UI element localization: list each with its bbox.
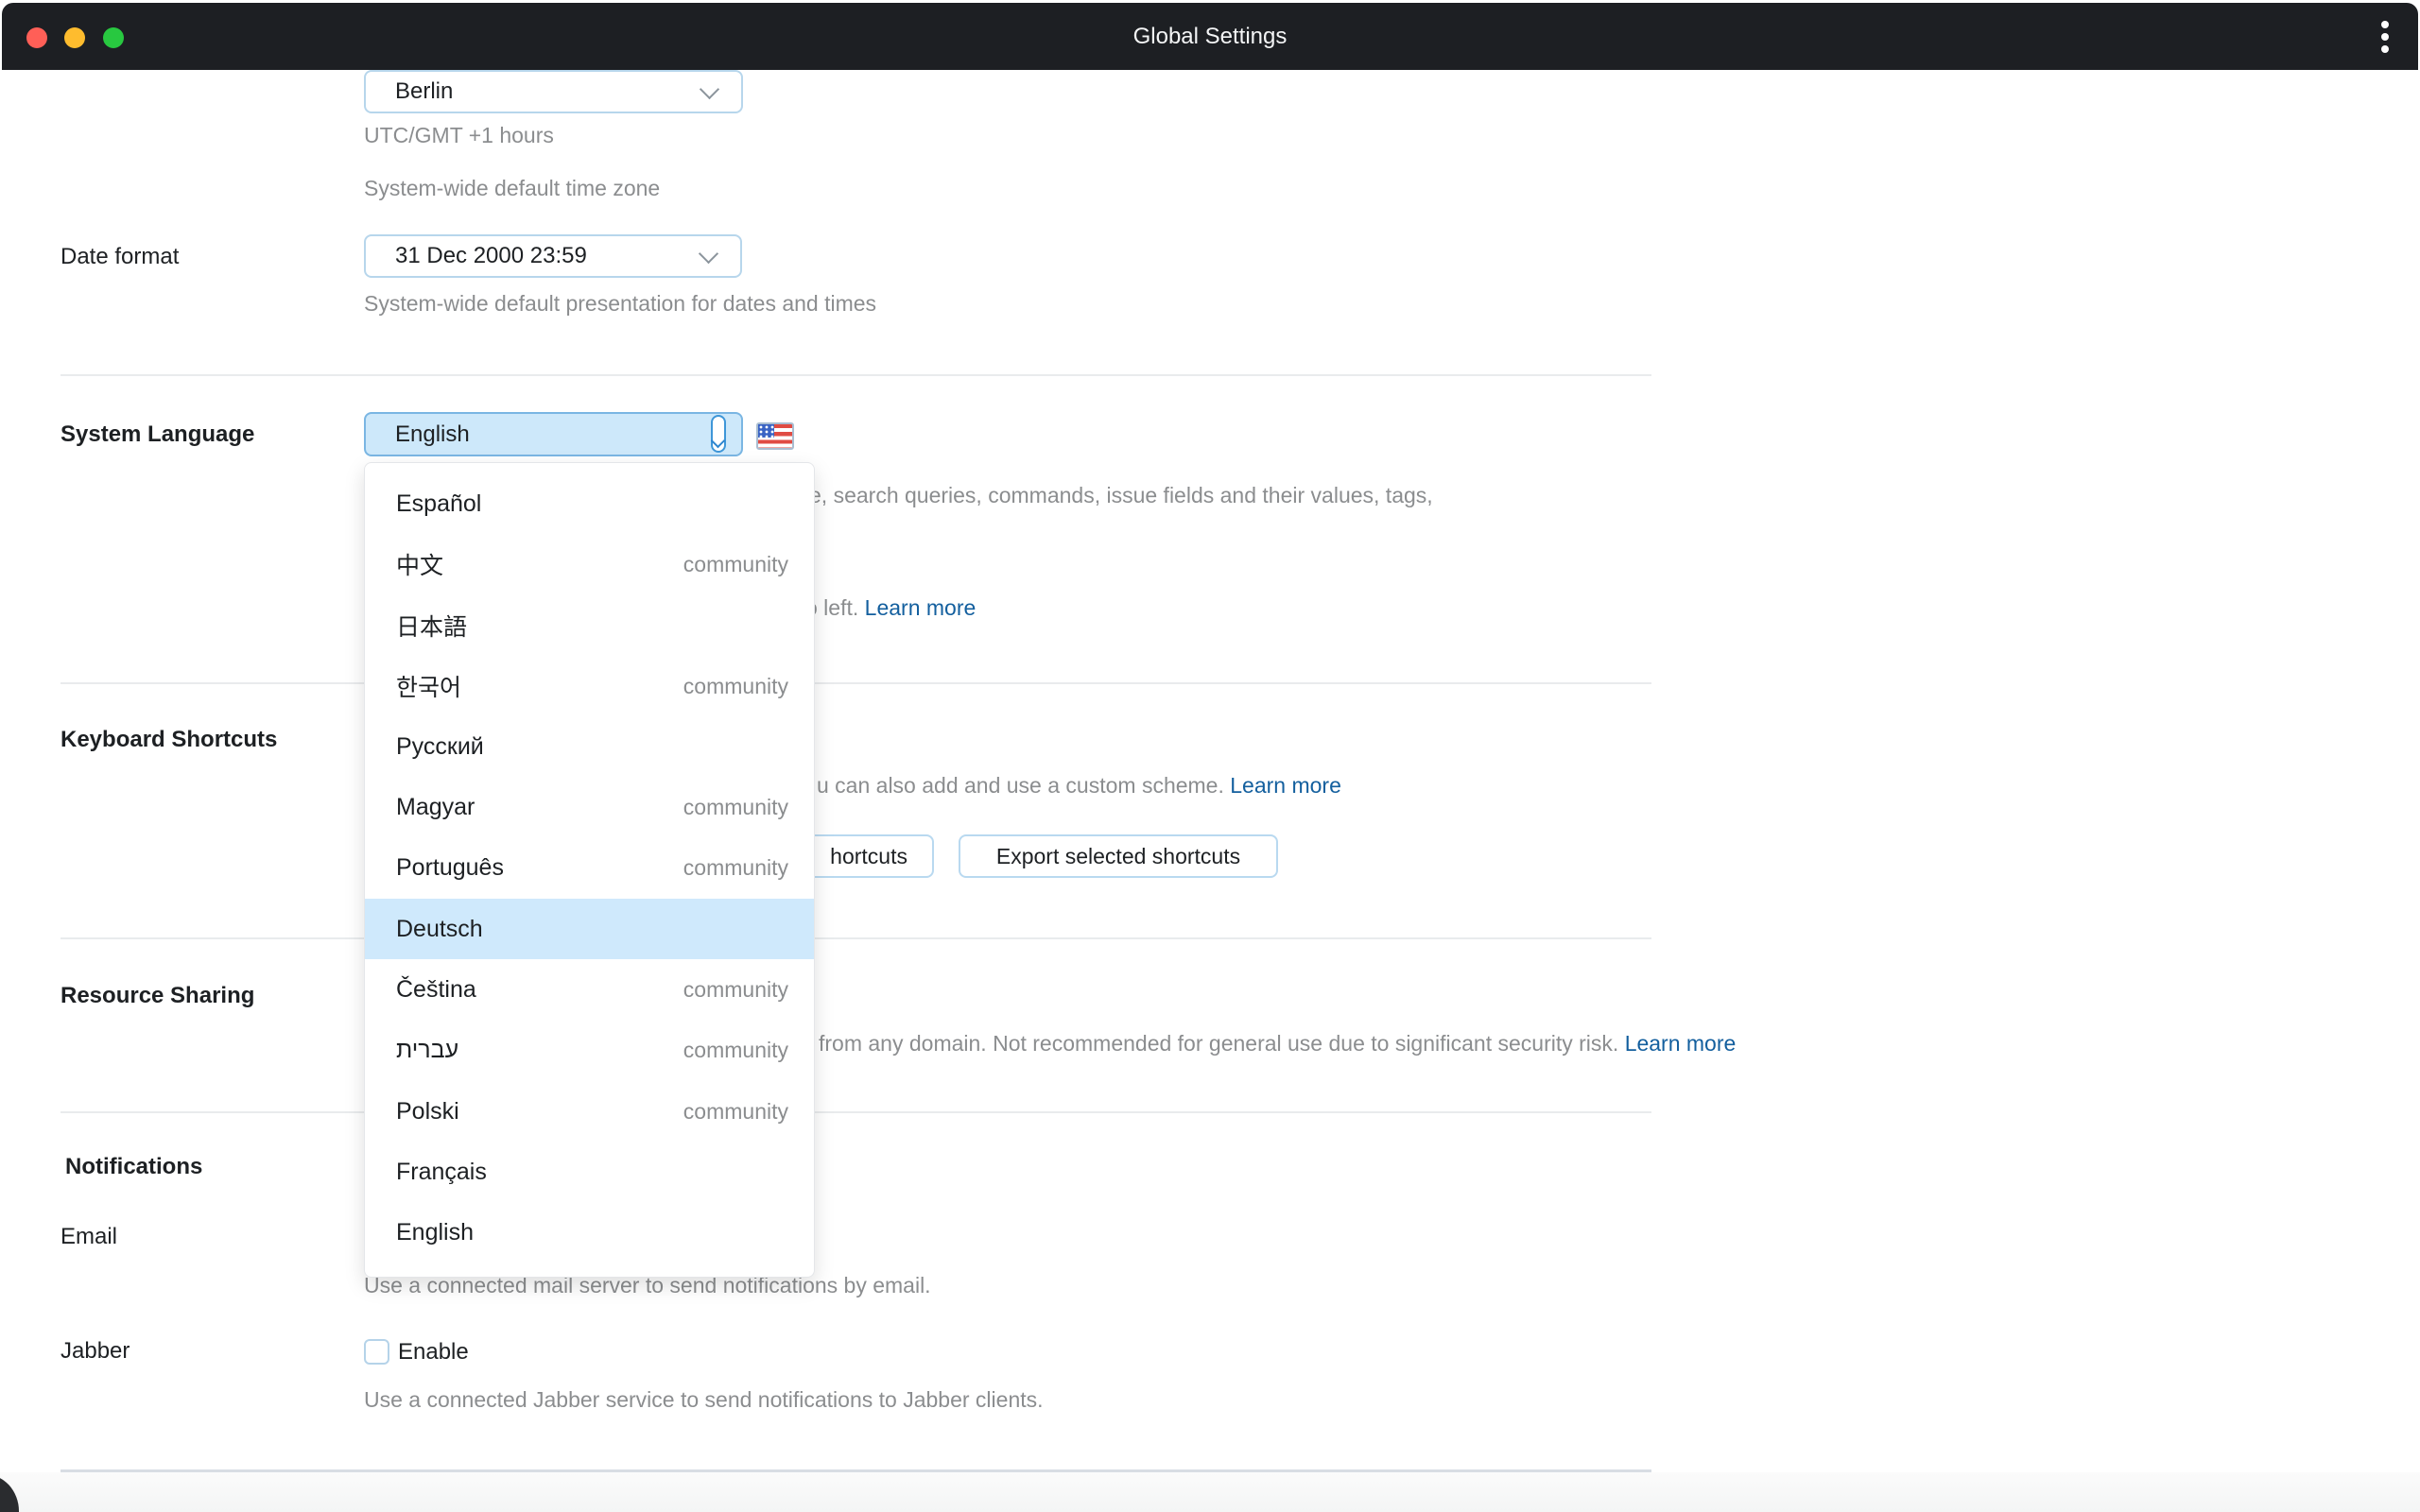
language-option-label: English xyxy=(396,1219,474,1246)
keyboard-shortcuts-description: u can also add and use a custom scheme. … xyxy=(817,773,1341,798)
date-format-select[interactable]: 31 Dec 2000 23:59 xyxy=(364,234,742,278)
language-option-label: 中文 xyxy=(396,553,444,580)
date-format-select-value: 31 Dec 2000 23:59 xyxy=(395,243,587,268)
global-settings-window: Global Settings Berlin UTC/GMT +1 hours … xyxy=(0,0,2420,1512)
language-option-label: Deutsch xyxy=(396,915,483,942)
timezone-select[interactable]: Berlin xyxy=(364,70,743,113)
language-option[interactable]: Čeština community xyxy=(365,959,814,1020)
language-option-label: Polski xyxy=(396,1097,459,1125)
language-option[interactable]: English xyxy=(365,1203,814,1263)
language-option[interactable]: 한국어 community xyxy=(365,656,814,716)
language-option[interactable]: 日本語 xyxy=(365,595,814,656)
learn-more-link[interactable]: Learn more xyxy=(1230,773,1341,798)
community-badge: community xyxy=(683,1038,788,1063)
community-badge: community xyxy=(683,795,788,820)
date-format-label: Date format xyxy=(60,244,180,269)
keyboard-shortcuts-label: Keyboard Shortcuts xyxy=(60,727,278,752)
system-language-label: System Language xyxy=(60,421,255,447)
resource-sharing-label: Resource Sharing xyxy=(60,983,255,1008)
community-badge: community xyxy=(683,855,788,881)
community-badge: community xyxy=(683,977,788,1003)
language-option[interactable]: Русский xyxy=(365,716,814,777)
footer-area xyxy=(0,1472,2420,1512)
window-title: Global Settings xyxy=(1132,24,1288,49)
language-option-label: 한국어 xyxy=(396,675,462,702)
export-selected-shortcuts-button[interactable]: Export selected shortcuts xyxy=(959,834,1278,878)
timezone-offset: UTC/GMT +1 hours xyxy=(364,123,554,147)
language-description-line1: e, search queries, commands, issue field… xyxy=(809,483,1433,507)
kebab-menu-icon[interactable] xyxy=(2373,21,2397,59)
language-option-label: 日本語 xyxy=(396,613,468,641)
language-option-label: Русский xyxy=(396,732,484,760)
title-bar: Global Settings xyxy=(2,3,2418,70)
language-option[interactable]: עברית community xyxy=(365,1021,814,1081)
chevron-down-icon xyxy=(710,433,726,449)
language-dropdown-list: Español 中文 community 日本語 한국어 community Русский… xyxy=(364,462,815,1278)
section-divider xyxy=(60,682,1651,684)
language-description-line2: o left. Learn more xyxy=(805,595,977,620)
email-label: Email xyxy=(60,1224,118,1249)
language-option[interactable]: Español xyxy=(365,473,814,534)
jabber-label: Jabber xyxy=(60,1338,130,1364)
jabber-enable-checkbox[interactable] xyxy=(364,1339,389,1365)
language-option[interactable]: Português community xyxy=(365,838,814,899)
us-flag-icon xyxy=(756,422,794,450)
language-option-label: Čeština xyxy=(396,976,476,1004)
language-option[interactable]: Polski community xyxy=(365,1081,814,1142)
timezone-select-value: Berlin xyxy=(395,78,454,104)
section-divider xyxy=(60,1111,1651,1113)
resource-sharing-description: from any domain. Not recommended for gen… xyxy=(819,1031,1737,1056)
system-language-select-value: English xyxy=(395,421,470,447)
community-badge: community xyxy=(683,673,788,698)
system-language-select[interactable]: English xyxy=(364,412,743,456)
chevron-down-icon xyxy=(698,243,719,265)
jabber-description: Use a connected Jabber service to send n… xyxy=(364,1387,1044,1412)
date-format-hint: System-wide default presentation for dat… xyxy=(364,291,877,316)
notifications-label: Notifications xyxy=(65,1154,203,1179)
learn-more-link[interactable]: Learn more xyxy=(865,595,977,620)
jabber-enable-label: Enable xyxy=(398,1339,469,1365)
language-option[interactable]: Deutsch xyxy=(365,899,814,960)
language-option-label: Magyar xyxy=(396,794,475,821)
section-divider xyxy=(60,374,1651,376)
language-option-label: Português xyxy=(396,854,504,882)
community-badge: community xyxy=(683,551,788,576)
community-badge: community xyxy=(683,1098,788,1124)
language-option[interactable]: 中文 community xyxy=(365,534,814,594)
section-divider xyxy=(60,937,1651,939)
chevron-down-icon xyxy=(699,78,720,100)
language-option[interactable]: Magyar community xyxy=(365,777,814,837)
language-option-label: Français xyxy=(396,1158,487,1185)
language-option-label: עברית xyxy=(396,1037,459,1064)
select-scroll-pill[interactable] xyxy=(710,415,726,453)
language-option[interactable]: Français xyxy=(365,1142,814,1202)
language-option-label: Español xyxy=(396,490,482,517)
timezone-hint: System-wide default time zone xyxy=(364,176,661,200)
learn-more-link[interactable]: Learn more xyxy=(1625,1031,1737,1056)
